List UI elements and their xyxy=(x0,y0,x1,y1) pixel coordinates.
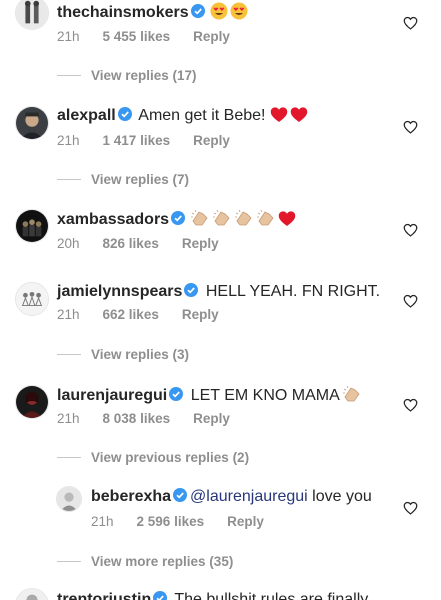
verified-badge-icon xyxy=(169,387,184,401)
verified-badge-icon xyxy=(153,591,168,600)
heart-outline-icon[interactable] xyxy=(403,294,418,308)
comment-username[interactable]: laurenjauregui xyxy=(57,387,167,404)
comment-time: 20h xyxy=(57,236,80,251)
verified-badge-icon xyxy=(184,283,199,297)
view-replies-button[interactable]: View replies (17) xyxy=(91,67,197,85)
likes-count[interactable]: 2 596 likes xyxy=(137,513,205,531)
reply-button[interactable]: Reply xyxy=(227,513,264,531)
comment-username[interactable]: xambassadors xyxy=(57,211,169,228)
verified-badge-icon xyxy=(190,4,205,18)
clapping-hands-emoji xyxy=(256,209,276,227)
avatar-jamielynnspears[interactable] xyxy=(15,282,49,316)
clapping-hands-emoji xyxy=(212,209,232,227)
mention-link[interactable]: @laurenjauregui xyxy=(190,488,308,505)
comment-time: 21h xyxy=(57,133,80,148)
likes-count[interactable]: 826 likes xyxy=(103,235,159,253)
likes-count[interactable]: 5 455 likes xyxy=(103,28,171,46)
avatar-beberexha[interactable] xyxy=(56,486,82,512)
avatar-xambassadors[interactable] xyxy=(15,209,49,243)
red-heart-emoji xyxy=(290,106,308,123)
heart-outline-icon[interactable] xyxy=(403,223,418,237)
heart-outline-icon[interactable] xyxy=(403,501,418,515)
comment-time: 21h xyxy=(91,514,114,529)
avatar-laurenjauregui[interactable] xyxy=(15,385,49,419)
comment-username[interactable]: thechainsmokers xyxy=(57,4,189,21)
reply-button[interactable]: Reply xyxy=(193,132,230,150)
comment-username[interactable]: beberexha xyxy=(91,488,171,505)
view-replies-button[interactable]: View replies (3) xyxy=(91,346,189,364)
red-heart-emoji xyxy=(270,106,288,123)
reply-button[interactable]: Reply xyxy=(182,235,219,253)
red-heart-emoji xyxy=(278,210,296,227)
comment-text: Amen get it Bebe! xyxy=(134,107,266,124)
clapping-hands-emoji xyxy=(234,209,254,227)
likes-count[interactable]: 1 417 likes xyxy=(103,132,171,150)
reply-button[interactable]: Reply xyxy=(193,28,230,46)
view-previous-replies-button[interactable]: View previous replies (2) xyxy=(91,449,249,467)
view-more-replies-button[interactable]: View more replies (35) xyxy=(91,553,233,571)
avatar-alexpall[interactable] xyxy=(15,106,49,140)
avatar-trentoriustin[interactable] xyxy=(15,588,49,600)
heart-outline-icon[interactable] xyxy=(403,120,418,134)
comment-time: 21h xyxy=(57,29,80,44)
likes-count[interactable]: 662 likes xyxy=(103,306,159,324)
heart-eyes-emoji xyxy=(230,2,248,20)
verified-badge-icon xyxy=(171,211,186,225)
comment-time: 21h xyxy=(57,411,80,426)
view-replies-line xyxy=(57,561,81,562)
clapping-hands-emoji xyxy=(342,385,362,403)
likes-count[interactable]: 8 038 likes xyxy=(103,410,171,428)
reply-button[interactable]: Reply xyxy=(182,306,219,324)
view-replies-line xyxy=(57,75,81,76)
reply-button[interactable]: Reply xyxy=(193,410,230,428)
verified-badge-icon xyxy=(117,107,132,121)
comment-text: HELL YEAH. FN RIGHT. xyxy=(201,283,381,300)
view-replies-button[interactable]: View replies (7) xyxy=(91,171,189,189)
comment-text: love you xyxy=(312,488,372,505)
view-replies-line xyxy=(57,354,81,355)
comment-username[interactable]: jamielynnspears xyxy=(57,283,182,300)
comment-username[interactable]: trentoriustin xyxy=(57,591,151,600)
view-replies-line xyxy=(57,457,81,458)
comment-time: 21h xyxy=(57,307,80,322)
heart-outline-icon[interactable] xyxy=(403,398,418,412)
view-replies-line xyxy=(57,179,81,180)
comment-text: The bullshit rules are finally xyxy=(170,591,369,600)
heart-eyes-emoji xyxy=(210,2,228,20)
comment-text: LET EM KNO MAMA xyxy=(186,387,340,404)
verified-badge-icon xyxy=(173,488,188,502)
comment-username[interactable]: alexpall xyxy=(57,107,116,124)
avatar-thechainsmokers[interactable] xyxy=(15,0,49,30)
clapping-hands-emoji xyxy=(190,209,210,227)
heart-outline-icon[interactable] xyxy=(403,16,418,30)
